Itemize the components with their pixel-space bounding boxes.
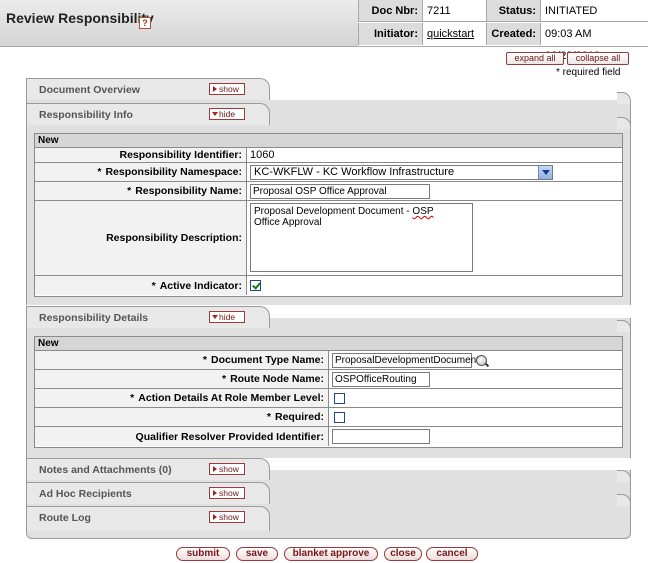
- responsibility-description-textarea[interactable]: Proposal Development Document - OSP Offi…: [250, 203, 473, 272]
- responsibility-details-subheader: New: [35, 337, 622, 351]
- form-row: Responsibility Identifier: 1060: [35, 148, 622, 163]
- initiator-label: Initiator:: [358, 23, 422, 45]
- description-text: Proposal Development Document -: [254, 206, 413, 217]
- help-icon[interactable]: ?: [139, 17, 151, 29]
- save-button[interactable]: save: [236, 547, 278, 561]
- doc-type-label-text: Document Type Name:: [211, 354, 324, 366]
- document-header: Review Responsibility ? Doc Nbr: 7211 St…: [0, 0, 648, 62]
- form-row: * Route Node Name: OSPOfficeRouting: [35, 370, 622, 389]
- namespace-label-text: Responsibility Namespace:: [105, 166, 242, 178]
- document-overview-show-button[interactable]: show: [209, 83, 245, 95]
- form-row: * Responsibility Namespace: KC-WKFLW - K…: [35, 163, 622, 182]
- section-bottom-edge: [26, 531, 631, 539]
- identifier-value: 1060: [250, 149, 275, 161]
- form-row: Qualifier Resolver Provided Identifier:: [35, 427, 622, 446]
- required-label: * Required:: [35, 408, 329, 426]
- tab-document-overview[interactable]: Document Overview show: [26, 78, 270, 100]
- tab-responsibility-info-label: Responsibility Info: [39, 109, 133, 121]
- form-row: * Responsibility Name: Proposal OSP Offi…: [35, 182, 622, 201]
- blanket-approve-button[interactable]: blanket approve: [284, 547, 378, 561]
- namespace-label: * Responsibility Namespace:: [35, 163, 247, 181]
- responsibility-info-form: New Responsibility Identifier: 1060 * Re…: [34, 133, 623, 297]
- status-value: INITIATED: [540, 0, 648, 22]
- tab-edge: [617, 92, 631, 104]
- action-details-checkbox[interactable]: [334, 392, 345, 404]
- route-node-input[interactable]: OSPOfficeRouting: [332, 371, 430, 387]
- form-row: * Document Type Name: ProposalDevelopmen…: [35, 351, 622, 370]
- action-details-label-text: Action Details At Role Member Level:: [138, 392, 324, 404]
- description-text-spellcheck: OSP: [412, 206, 434, 217]
- required-checkbox[interactable]: [334, 411, 345, 423]
- form-row: * Required:: [35, 408, 622, 427]
- adhoc-show-button[interactable]: show: [209, 487, 245, 499]
- action-details-label: * Action Details At Role Member Level:: [35, 389, 329, 407]
- tab-ad-hoc-recipients[interactable]: Ad Hoc Recipients show: [26, 482, 270, 504]
- qualifier-resolver-input[interactable]: [332, 429, 430, 444]
- route-node-label: * Route Node Name:: [35, 370, 329, 388]
- expand-all-button[interactable]: expand all: [506, 52, 564, 65]
- created-label: Created:: [486, 23, 540, 45]
- status-label: Status:: [486, 0, 540, 22]
- active-indicator-label: * Active Indicator:: [35, 276, 247, 295]
- active-indicator-checkbox[interactable]: [250, 280, 261, 291]
- required-star: *: [130, 392, 135, 404]
- initiator-link[interactable]: quickstart: [427, 28, 474, 40]
- document-info-table: Doc Nbr: 7211 Status: INITIATED Initiato…: [358, 0, 648, 62]
- tab-route-log-label: Route Log: [39, 512, 91, 524]
- tab-route-log[interactable]: Route Log show: [26, 506, 270, 532]
- active-label-text: Active Indicator:: [159, 279, 242, 292]
- form-row: * Action Details At Role Member Level:: [35, 389, 622, 408]
- submit-button[interactable]: submit: [176, 547, 230, 561]
- doc-type-label: * Document Type Name:: [35, 351, 329, 369]
- doc-nbr-value: 7211: [422, 0, 486, 22]
- initiator-value: quickstart: [422, 23, 486, 45]
- required-field-note: * required field: [556, 67, 621, 78]
- collapse-all-button[interactable]: collapse all: [567, 52, 629, 65]
- tab-responsibility-info[interactable]: Responsibility Info hide: [26, 103, 270, 125]
- responsibility-details-form: New * Document Type Name: ProposalDevelo…: [34, 336, 623, 448]
- route-log-show-button[interactable]: show: [209, 511, 245, 523]
- required-star: *: [127, 185, 132, 197]
- close-button[interactable]: close: [384, 547, 422, 561]
- name-label: * Responsibility Name:: [35, 182, 247, 200]
- search-icon[interactable]: [476, 354, 487, 366]
- namespace-select[interactable]: KC-WKFLW - KC Workflow Infrastructure: [250, 164, 553, 180]
- required-star: *: [202, 354, 207, 366]
- required-star: *: [97, 166, 102, 178]
- document-type-input[interactable]: ProposalDevelopmentDocument: [332, 352, 479, 368]
- doc-nbr-label: Doc Nbr:: [358, 0, 422, 22]
- chevron-down-icon[interactable]: [538, 165, 552, 179]
- created-value: 09:03 AM 08/23/2010: [540, 23, 648, 62]
- description-text-line2: Office Approval: [254, 217, 322, 228]
- form-row: * Active Indicator:: [35, 276, 622, 295]
- required-star: *: [221, 373, 227, 385]
- notes-show-button[interactable]: show: [209, 463, 245, 475]
- cancel-button[interactable]: cancel: [426, 547, 478, 561]
- tab-notes-label: Notes and Attachments (0): [39, 464, 172, 476]
- tab-adhoc-label: Ad Hoc Recipients: [39, 488, 132, 500]
- tab-responsibility-details[interactable]: Responsibility Details hide: [26, 306, 270, 328]
- tab-document-overview-label: Document Overview: [39, 84, 140, 96]
- description-label: Responsibility Description:: [35, 201, 247, 275]
- responsibility-info-hide-button[interactable]: hide: [209, 108, 245, 120]
- responsibility-info-subheader: New: [35, 134, 622, 148]
- namespace-selected-value: KC-WKFLW - KC Workflow Infrastructure: [254, 165, 455, 178]
- tab-notes-and-attachments[interactable]: Notes and Attachments (0) show: [26, 458, 270, 480]
- identifier-label: Responsibility Identifier:: [35, 148, 247, 162]
- qualifier-label: Qualifier Resolver Provided Identifier:: [35, 427, 329, 446]
- form-row: Responsibility Description: Proposal Dev…: [35, 201, 622, 276]
- name-label-text: Responsibility Name:: [135, 185, 242, 197]
- page-title: Review Responsibility: [6, 10, 154, 26]
- tab-responsibility-details-label: Responsibility Details: [39, 312, 149, 324]
- required-star: *: [151, 279, 156, 292]
- required-label-text: Required:: [274, 411, 324, 423]
- required-star: *: [266, 411, 271, 423]
- responsibility-details-hide-button[interactable]: hide: [209, 311, 245, 323]
- responsibility-name-input[interactable]: Proposal OSP Office Approval: [250, 183, 430, 199]
- route-node-label-text: Route Node Name:: [230, 373, 324, 385]
